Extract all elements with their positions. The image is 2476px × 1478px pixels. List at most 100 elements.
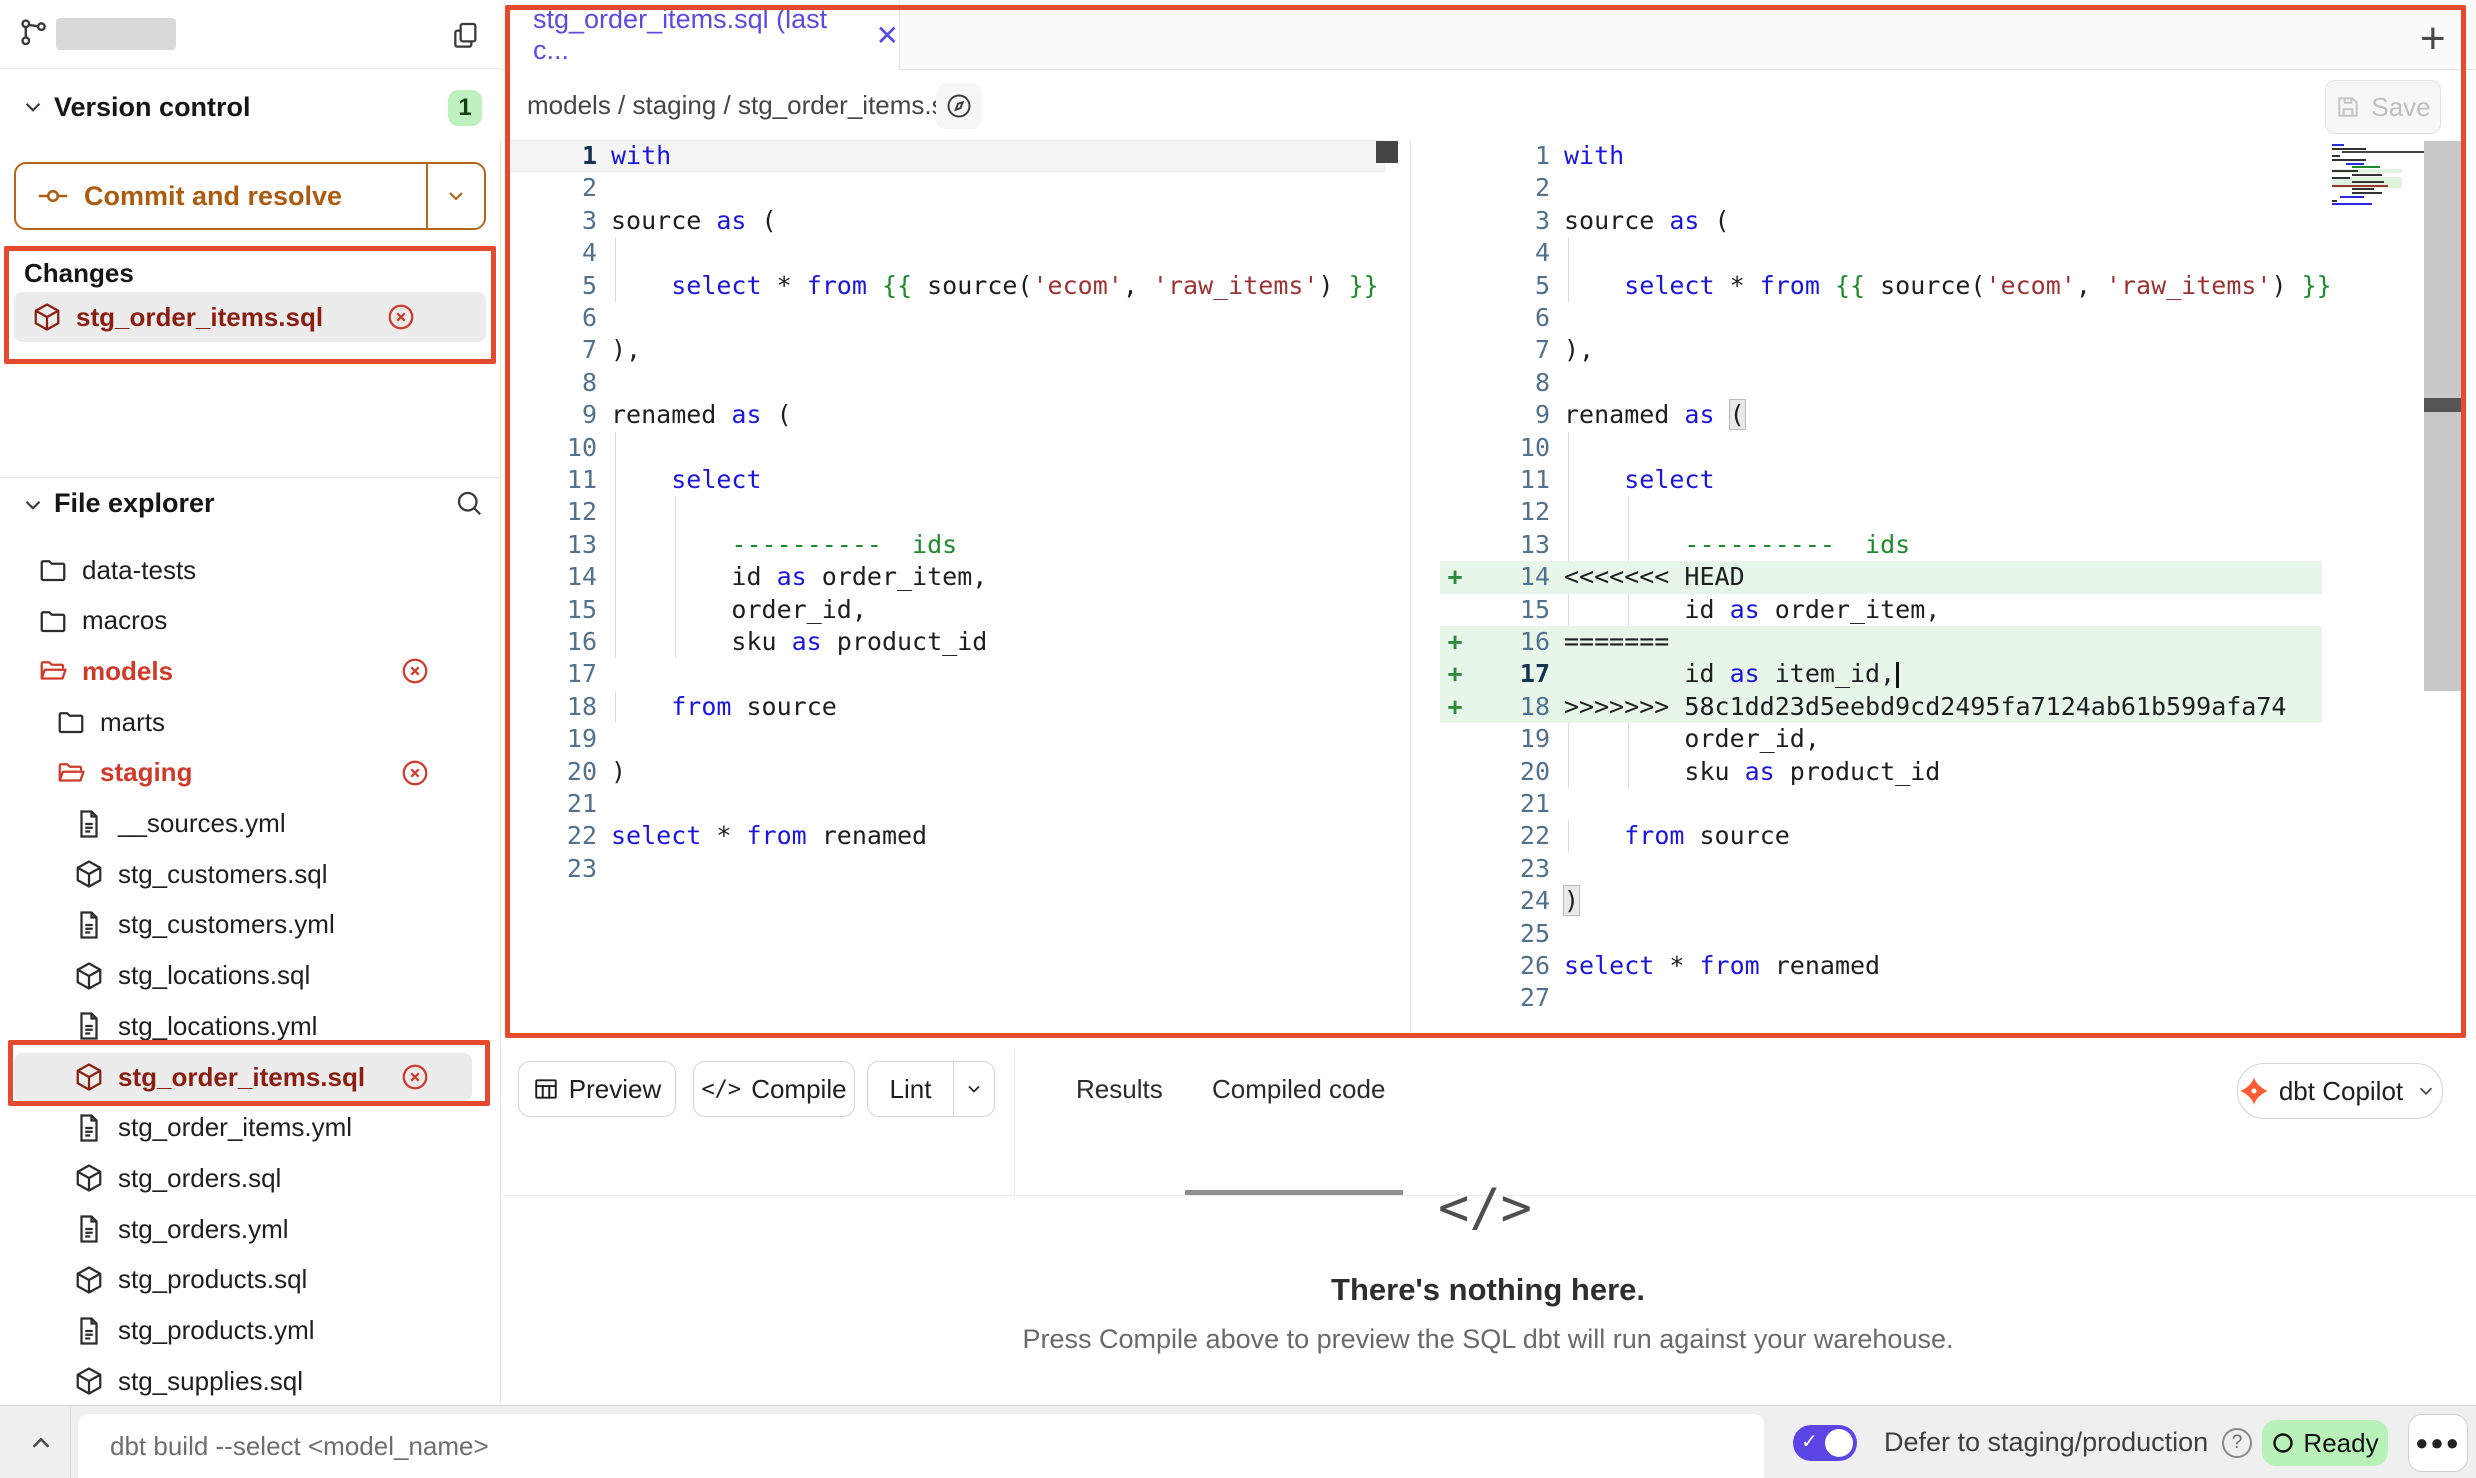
minimap[interactable]: [2332, 144, 2396, 210]
code-line-20[interactable]: 20 sku as product_id: [1440, 756, 2322, 788]
code-line-4[interactable]: 4: [505, 237, 1385, 269]
code-line-8[interactable]: 8: [505, 367, 1385, 399]
code-line-16[interactable]: +16=======: [1440, 626, 2322, 658]
editor-scrollbar-thumb[interactable]: [2424, 141, 2466, 691]
file-explorer-item-data-tests[interactable]: data-tests: [0, 545, 500, 595]
file-explorer-item-models[interactable]: models: [0, 646, 500, 696]
code-line-12[interactable]: 12: [505, 496, 1385, 528]
file-explorer-item-stg_customers.sql[interactable]: stg_customers.sql: [0, 849, 500, 899]
revert-file-icon[interactable]: [386, 302, 416, 332]
code-line-27[interactable]: 27: [1440, 982, 2322, 1014]
code-line-2[interactable]: 2: [505, 172, 1385, 204]
file-explorer-item-stg_products.sql[interactable]: stg_products.sql: [0, 1255, 500, 1305]
code-line-4[interactable]: 4: [1440, 237, 2322, 269]
tab-close-icon[interactable]: ✕: [876, 19, 899, 52]
code-line-13[interactable]: 13 ---------- ids: [1440, 529, 2322, 561]
file-explorer-item-stg_order_items.sql[interactable]: stg_order_items.sql: [0, 1052, 500, 1102]
lint-button[interactable]: Lint: [867, 1061, 995, 1117]
revert-file-icon[interactable]: [400, 1062, 430, 1092]
file-explorer-item-stg_locations.yml[interactable]: stg_locations.yml: [0, 1001, 500, 1051]
file-explorer-item-marts[interactable]: marts: [0, 697, 500, 747]
code-line-19[interactable]: 19: [505, 723, 1385, 755]
code-line-18[interactable]: 18 from source: [505, 691, 1385, 723]
commit-and-resolve-button[interactable]: Commit and resolve: [14, 162, 486, 230]
file-explorer-item-__sources.yml[interactable]: __sources.yml: [0, 799, 500, 849]
code-line-13[interactable]: 13 ---------- ids: [505, 529, 1385, 561]
file-explorer-item-stg_supplies.sql[interactable]: stg_supplies.sql: [0, 1356, 500, 1406]
tab-compiled-code[interactable]: Compiled code: [1212, 1061, 1385, 1117]
help-icon[interactable]: ?: [2222, 1428, 2252, 1458]
code-line-1[interactable]: 1with: [1440, 140, 2322, 172]
file-explorer-item-macros[interactable]: macros: [0, 596, 500, 646]
expand-console-chevron-icon[interactable]: [26, 1428, 56, 1458]
file-explorer-item-stg_locations.sql[interactable]: stg_locations.sql: [0, 951, 500, 1001]
file-explorer-item-stg_orders.sql[interactable]: stg_orders.sql: [0, 1153, 500, 1203]
code-line-16[interactable]: 16 sku as product_id: [505, 626, 1385, 658]
code-line-8[interactable]: 8: [1440, 367, 2322, 399]
code-line-20[interactable]: 20): [505, 756, 1385, 788]
code-line-18[interactable]: +18>>>>>>> 58c1dd23d5eebd9cd2495fa7124ab…: [1440, 691, 2322, 723]
defer-toggle[interactable]: ✓: [1793, 1425, 1857, 1461]
file-explorer-item-stg_customers.yml[interactable]: stg_customers.yml: [0, 900, 500, 950]
code-line-9[interactable]: 9renamed as (: [1440, 399, 2322, 431]
compass-explore-icon[interactable]: [936, 83, 982, 129]
file-explorer-item-staging[interactable]: staging: [0, 748, 500, 798]
code-line-6[interactable]: 6: [505, 302, 1385, 334]
code-line-12[interactable]: 12: [1440, 496, 2322, 528]
file-explorer-title[interactable]: File explorer: [54, 488, 215, 519]
code-pane-conflict[interactable]: 1with23source as (45 select * from {{ so…: [1440, 140, 2322, 1040]
left-pane-scrollbar-thumb[interactable]: [1376, 141, 1398, 163]
code-line-7[interactable]: 7),: [1440, 334, 2322, 366]
code-line-15[interactable]: 15 id as order_item,: [1440, 594, 2322, 626]
code-line-9[interactable]: 9renamed as (: [505, 399, 1385, 431]
code-line-22[interactable]: 22 from source: [1440, 820, 2322, 852]
dbt-copilot-button[interactable]: dbt Copilot: [2237, 1063, 2443, 1119]
new-tab-plus-icon[interactable]: +: [2420, 14, 2446, 64]
code-line-23[interactable]: 23: [505, 853, 1385, 885]
code-line-14[interactable]: 14 id as order_item,: [505, 561, 1385, 593]
copy-docs-icon[interactable]: [450, 20, 482, 52]
save-button[interactable]: Save: [2325, 80, 2441, 134]
file-explorer-item-stg_order_items.yml[interactable]: stg_order_items.yml: [0, 1103, 500, 1153]
code-line-7[interactable]: 7),: [505, 334, 1385, 366]
code-line-19[interactable]: 19 order_id,: [1440, 723, 2322, 755]
code-line-15[interactable]: 15 order_id,: [505, 594, 1385, 626]
code-line-23[interactable]: 23: [1440, 853, 2322, 885]
chevron-down-icon[interactable]: [20, 492, 46, 518]
code-pane-original[interactable]: 1with23source as (45 select * from {{ so…: [505, 140, 1385, 1040]
changes-file-row[interactable]: stg_order_items.sql: [14, 292, 486, 342]
code-line-6[interactable]: 6: [1440, 302, 2322, 334]
code-line-10[interactable]: 10: [505, 432, 1385, 464]
code-line-22[interactable]: 22select * from renamed: [505, 820, 1385, 852]
code-line-10[interactable]: 10: [1440, 432, 2322, 464]
chevron-down-icon[interactable]: [20, 94, 46, 120]
file-explorer-item-stg_products.yml[interactable]: stg_products.yml: [0, 1306, 500, 1356]
code-line-3[interactable]: 3source as (: [1440, 205, 2322, 237]
lint-dropdown-chevron-icon[interactable]: [954, 1062, 994, 1116]
code-line-11[interactable]: 11 select: [1440, 464, 2322, 496]
more-options-button[interactable]: ●●●: [2408, 1414, 2468, 1472]
code-line-17[interactable]: +17 id as item_id,: [1440, 658, 2322, 690]
revert-file-icon[interactable]: [400, 656, 430, 686]
code-line-3[interactable]: 3source as (: [505, 205, 1385, 237]
commit-dropdown-chevron-icon[interactable]: [428, 164, 484, 228]
code-line-5[interactable]: 5 select * from {{ source('ecom', 'raw_i…: [505, 270, 1385, 302]
code-line-24[interactable]: 24): [1440, 885, 2322, 917]
compile-button[interactable]: </> Compile: [693, 1061, 855, 1117]
code-line-21[interactable]: 21: [505, 788, 1385, 820]
revert-file-icon[interactable]: [400, 758, 430, 788]
code-line-14[interactable]: +14<<<<<<< HEAD: [1440, 561, 2322, 593]
search-icon[interactable]: [454, 488, 484, 518]
preview-button[interactable]: Preview: [518, 1061, 676, 1117]
code-line-17[interactable]: 17: [505, 658, 1385, 690]
file-explorer-item-stg_orders.yml[interactable]: stg_orders.yml: [0, 1204, 500, 1254]
version-control-title[interactable]: Version control: [54, 92, 251, 123]
code-line-21[interactable]: 21: [1440, 788, 2322, 820]
tab-results[interactable]: Results: [1076, 1061, 1163, 1117]
code-line-5[interactable]: 5 select * from {{ source('ecom', 'raw_i…: [1440, 270, 2322, 302]
code-line-2[interactable]: 2: [1440, 172, 2322, 204]
ready-status-badge[interactable]: Ready: [2262, 1420, 2388, 1466]
code-line-11[interactable]: 11 select: [505, 464, 1385, 496]
code-line-26[interactable]: 26select * from renamed: [1440, 950, 2322, 982]
tab-stg-order-items[interactable]: stg_order_items.sql (last c... ✕: [505, 0, 900, 70]
